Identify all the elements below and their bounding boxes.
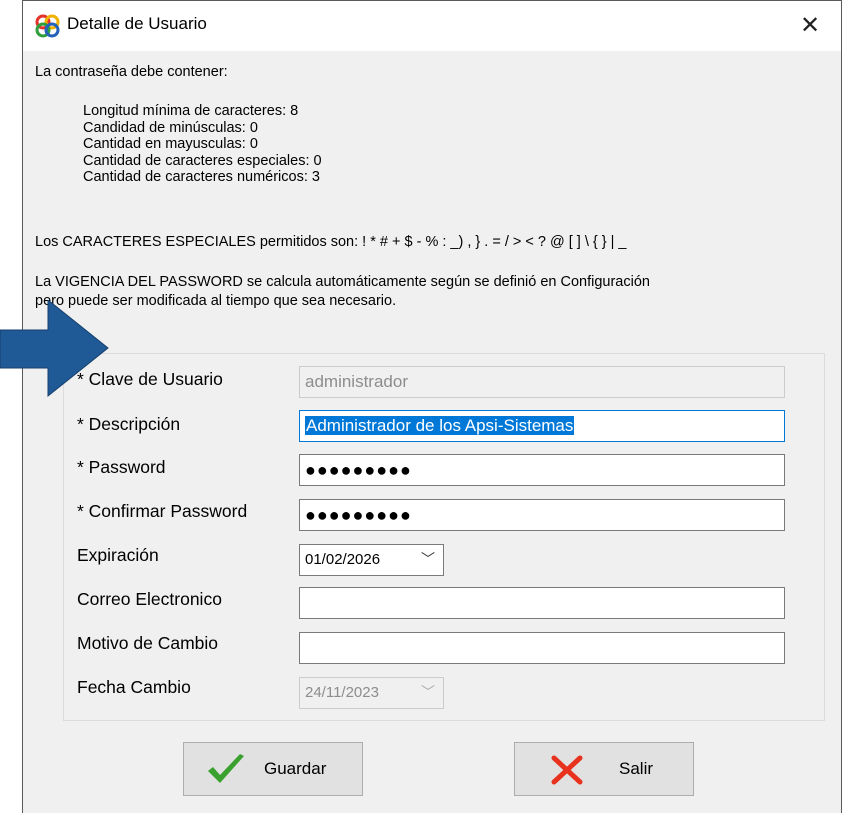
rule-lowercase: Candidad de minúsculas: 0 [83, 119, 258, 136]
guardar-label: Guardar [264, 759, 327, 778]
x-cross-icon [551, 755, 583, 785]
title-bar: Detalle de Usuario ✕ [23, 1, 841, 51]
pointer-arrow-icon [0, 300, 109, 398]
confirmar-label: * Confirmar Password [77, 501, 248, 521]
rule-min-length: Longitud mínima de caracteres: 8 [83, 103, 299, 119]
confirmar-value: ●●●●●●●●● [305, 505, 412, 525]
password-value: ●●●●●●●●● [305, 460, 412, 480]
fecha-cambio-date-picker: 24/11/2023 ﹀ [299, 677, 444, 709]
guardar-button[interactable]: Guardar [183, 742, 363, 796]
app-logo-icon [35, 14, 60, 38]
motivo-input[interactable] [299, 632, 785, 664]
rule-numeric: Cantidad de caracteres numéricos: 3 [83, 169, 320, 185]
expiracion-label: Expiración [77, 545, 159, 565]
correo-label: Correo Electronico [77, 589, 222, 609]
vigencia-text-line1: La VIGENCIA DEL PASSWORD se calcula auto… [35, 274, 650, 290]
descripcion-label: * Descripción [77, 414, 181, 434]
salir-label: Salir [619, 759, 654, 778]
password-input[interactable]: ●●●●●●●●● [299, 454, 785, 486]
expiracion-value: 01/02/2026 [305, 551, 381, 568]
fecha-cambio-label: Fecha Cambio [77, 677, 191, 697]
window-title: Detalle de Usuario [67, 14, 207, 33]
expiracion-date-picker[interactable]: 01/02/2026 ﹀ [299, 544, 444, 576]
password-label: * Password [77, 457, 166, 477]
descripcion-input[interactable]: Administrador de los Apsi-Sistemas [299, 410, 785, 442]
descripcion-value: Administrador de los Apsi-Sistemas [305, 416, 575, 435]
chevron-down-icon: ﹀ [421, 684, 435, 700]
correo-input[interactable] [299, 587, 785, 619]
rule-special: Cantidad de caracteres especiales: 0 [83, 152, 322, 169]
user-detail-window: Detalle de Usuario ✕ La contraseña debe … [22, 0, 842, 813]
motivo-label: Motivo de Cambio [77, 633, 219, 653]
user-form-group [63, 353, 825, 721]
fecha-cambio-value: 24/11/2023 [305, 684, 379, 701]
checkmark-icon [208, 754, 244, 783]
confirmar-password-input[interactable]: ●●●●●●●●● [299, 499, 785, 531]
password-rules-list: Longitud mínima de caracteres: 8 Candida… [83, 103, 322, 186]
close-icon[interactable]: ✕ [793, 9, 827, 43]
special-chars-text: Los CARACTERES ESPECIALES permitidos son… [35, 234, 627, 250]
rule-uppercase: Cantidad en mayusculas: 0 [83, 136, 258, 152]
clave-input[interactable]: administrador [299, 366, 785, 398]
password-intro: La contraseña debe contener: [35, 64, 228, 80]
chevron-down-icon[interactable]: ﹀ [421, 545, 435, 574]
salir-button[interactable]: Salir [514, 742, 694, 796]
